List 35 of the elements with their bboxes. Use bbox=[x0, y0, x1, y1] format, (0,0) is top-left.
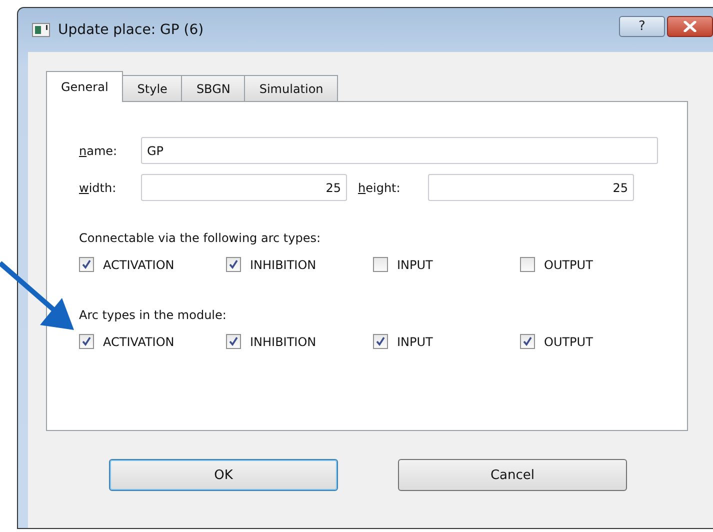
tab[interactable]: General bbox=[46, 71, 124, 102]
field-label: width: bbox=[79, 180, 118, 194]
checkbox-label: ACTIVATION bbox=[103, 258, 174, 272]
ok-button[interactable]: OK bbox=[109, 459, 338, 491]
window-icon bbox=[32, 23, 50, 37]
name-field[interactable]: GP bbox=[141, 137, 658, 164]
height-field[interactable]: 25 bbox=[428, 174, 634, 201]
width-field[interactable]: 25 bbox=[141, 174, 347, 201]
window-title: Update place: GP (6) bbox=[58, 22, 204, 38]
checkbox[interactable] bbox=[373, 334, 388, 349]
field-label: height: bbox=[358, 180, 402, 194]
checkbox[interactable] bbox=[79, 334, 94, 349]
checkbox-label: OUTPUT bbox=[544, 258, 593, 272]
help-button[interactable]: ? bbox=[619, 16, 665, 36]
section-label: Arc types in the module: bbox=[79, 308, 228, 322]
close-button[interactable] bbox=[667, 16, 713, 36]
tab[interactable]: SBGN bbox=[181, 75, 246, 101]
checkbox[interactable] bbox=[79, 257, 94, 272]
checkbox[interactable] bbox=[226, 334, 241, 349]
checkbox-label: ACTIVATION bbox=[103, 334, 174, 348]
checkbox-label: INPUT bbox=[397, 258, 433, 272]
checkbox[interactable] bbox=[373, 257, 388, 272]
section-label: Connectable via the following arc types: bbox=[79, 231, 322, 245]
checkbox-label: INPUT bbox=[397, 334, 433, 348]
checkbox[interactable] bbox=[520, 334, 535, 349]
field-label: name: bbox=[79, 144, 118, 158]
checkbox[interactable] bbox=[520, 257, 535, 272]
checkbox-label: INHIBITION bbox=[250, 258, 316, 272]
checkbox[interactable] bbox=[226, 257, 241, 272]
cancel-button[interactable]: Cancel bbox=[398, 459, 627, 491]
checkbox-label: OUTPUT bbox=[544, 334, 593, 348]
tab[interactable]: Simulation bbox=[244, 75, 338, 101]
close-icon bbox=[683, 20, 697, 32]
tab[interactable]: Style bbox=[122, 75, 182, 101]
checkbox-label: INHIBITION bbox=[250, 334, 316, 348]
